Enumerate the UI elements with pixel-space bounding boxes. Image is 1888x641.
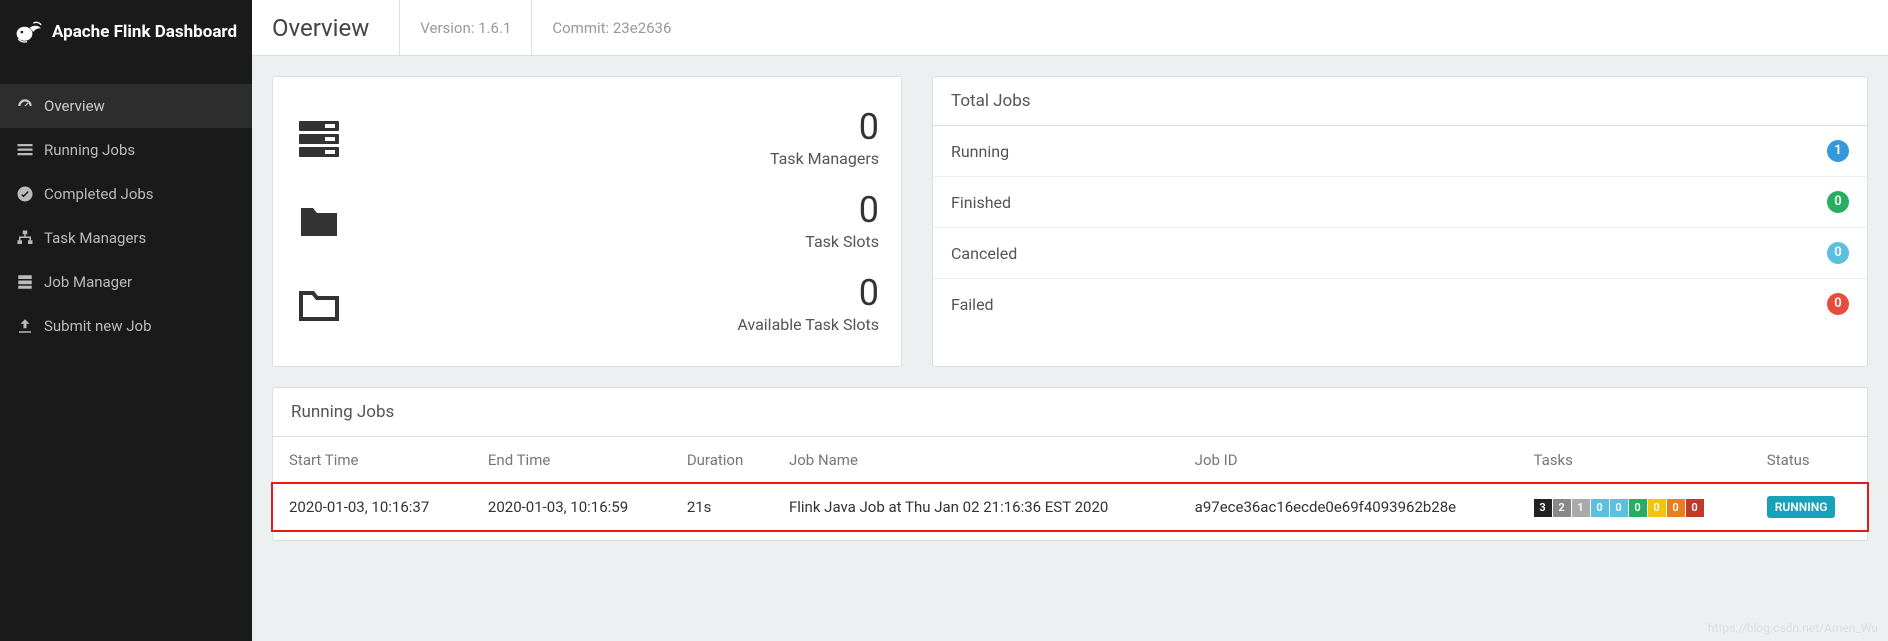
stat-label: Task Slots <box>805 232 879 251</box>
cell-job-name: Flink Java Job at Thu Jan 02 21:16:36 ES… <box>773 484 1179 531</box>
stat-task-slots: 0 Task Slots <box>295 180 879 263</box>
job-count-badge: 0 <box>1827 242 1849 264</box>
version-label: Version: 1.6.1 <box>399 0 531 55</box>
flink-logo-icon <box>14 18 42 46</box>
nav-label: Completed Jobs <box>44 185 154 203</box>
nav-item-completed-jobs[interactable]: Completed Jobs <box>0 172 252 216</box>
sidebar: Apache Flink Dashboard Overview Running … <box>0 0 252 641</box>
folder-open-icon <box>295 281 343 329</box>
panel-title: Total Jobs <box>933 77 1867 126</box>
job-status-label: Finished <box>951 193 1011 212</box>
server-icon <box>16 273 34 291</box>
nav-label: Submit new Job <box>44 317 152 335</box>
task-box: 0 <box>1648 499 1666 517</box>
nav-label: Job Manager <box>44 273 132 291</box>
nav-label: Running Jobs <box>44 141 135 159</box>
folder-icon <box>295 198 343 246</box>
col-job-id[interactable]: Job ID <box>1179 437 1518 484</box>
task-box: 0 <box>1686 499 1704 517</box>
col-job-name[interactable]: Job Name <box>773 437 1179 484</box>
cell-end: 2020-01-03, 10:16:59 <box>472 484 671 531</box>
stat-value: 0 <box>805 192 879 228</box>
col-start-time[interactable]: Start Time <box>273 437 472 484</box>
job-status-label: Canceled <box>951 244 1017 263</box>
page-title: Overview <box>272 14 369 42</box>
nav-item-task-managers[interactable]: Task Managers <box>0 216 252 260</box>
job-count-canceled[interactable]: Canceled 0 <box>933 228 1867 279</box>
job-count-failed[interactable]: Failed 0 <box>933 279 1867 329</box>
content: 0 Task Managers 0 Task Slots <box>252 56 1888 641</box>
total-jobs-panel: Total Jobs Running 1 Finished 0 Canceled… <box>932 76 1868 367</box>
job-count-running[interactable]: Running 1 <box>933 126 1867 177</box>
upload-icon <box>16 317 34 335</box>
col-status[interactable]: Status <box>1751 437 1867 484</box>
stat-value: 0 <box>770 109 879 145</box>
nav-item-submit-job[interactable]: Submit new Job <box>0 304 252 348</box>
servers-icon <box>295 115 343 163</box>
task-box: 0 <box>1610 499 1628 517</box>
cell-start: 2020-01-03, 10:16:37 <box>273 484 472 531</box>
nav-label: Overview <box>44 97 105 115</box>
nav-item-overview[interactable]: Overview <box>0 84 252 128</box>
list-icon <box>16 141 34 159</box>
stat-value: 0 <box>737 275 879 311</box>
col-end-time[interactable]: End Time <box>472 437 671 484</box>
stat-label: Task Managers <box>770 149 879 168</box>
task-box: 1 <box>1572 499 1590 517</box>
job-status-label: Failed <box>951 295 994 314</box>
cell-tasks: 3 2 1 0 0 0 0 0 0 <box>1518 484 1751 531</box>
job-count-badge: 1 <box>1827 140 1849 162</box>
cell-duration: 21s <box>671 484 773 531</box>
main: Overview Version: 1.6.1 Commit: 23e2636 … <box>252 0 1888 641</box>
task-box: 2 <box>1553 499 1571 517</box>
task-box: 3 <box>1534 499 1552 517</box>
status-badge: RUNNING <box>1767 496 1836 518</box>
commit-label: Commit: 23e2636 <box>531 0 691 55</box>
stat-available-slots: 0 Available Task Slots <box>295 263 879 346</box>
topbar: Overview Version: 1.6.1 Commit: 23e2636 <box>252 0 1888 56</box>
check-circle-icon <box>16 185 34 203</box>
running-jobs-panel: Running Jobs Start Time End Time Duratio… <box>272 387 1868 541</box>
nav-item-running-jobs[interactable]: Running Jobs <box>0 128 252 172</box>
panel-title: Running Jobs <box>273 388 1867 437</box>
task-status-boxes: 3 2 1 0 0 0 0 0 0 <box>1534 499 1704 517</box>
job-count-badge: 0 <box>1827 191 1849 213</box>
col-duration[interactable]: Duration <box>671 437 773 484</box>
cell-job-id: a97ece36ac16ecde0e69f4093962b28e <box>1179 484 1518 531</box>
task-box: 0 <box>1591 499 1609 517</box>
stat-label: Available Task Slots <box>737 315 879 334</box>
nav-item-job-manager[interactable]: Job Manager <box>0 260 252 304</box>
col-tasks[interactable]: Tasks <box>1518 437 1751 484</box>
job-count-badge: 0 <box>1827 293 1849 315</box>
cell-status: RUNNING <box>1751 484 1867 531</box>
nav: Overview Running Jobs Completed Jobs Tas… <box>0 84 252 348</box>
nav-label: Task Managers <box>44 229 146 247</box>
job-count-finished[interactable]: Finished 0 <box>933 177 1867 228</box>
brand: Apache Flink Dashboard <box>0 0 252 64</box>
stat-task-managers: 0 Task Managers <box>295 97 879 180</box>
task-box: 0 <box>1667 499 1685 517</box>
dashboard-icon <box>16 97 34 115</box>
sitemap-icon <box>16 229 34 247</box>
running-jobs-table: Start Time End Time Duration Job Name Jo… <box>273 437 1867 530</box>
task-box: 0 <box>1629 499 1647 517</box>
job-status-label: Running <box>951 142 1009 161</box>
brand-title: Apache Flink Dashboard <box>52 22 237 42</box>
table-row[interactable]: 2020-01-03, 10:16:37 2020-01-03, 10:16:5… <box>273 484 1867 531</box>
stats-panel: 0 Task Managers 0 Task Slots <box>272 76 902 367</box>
